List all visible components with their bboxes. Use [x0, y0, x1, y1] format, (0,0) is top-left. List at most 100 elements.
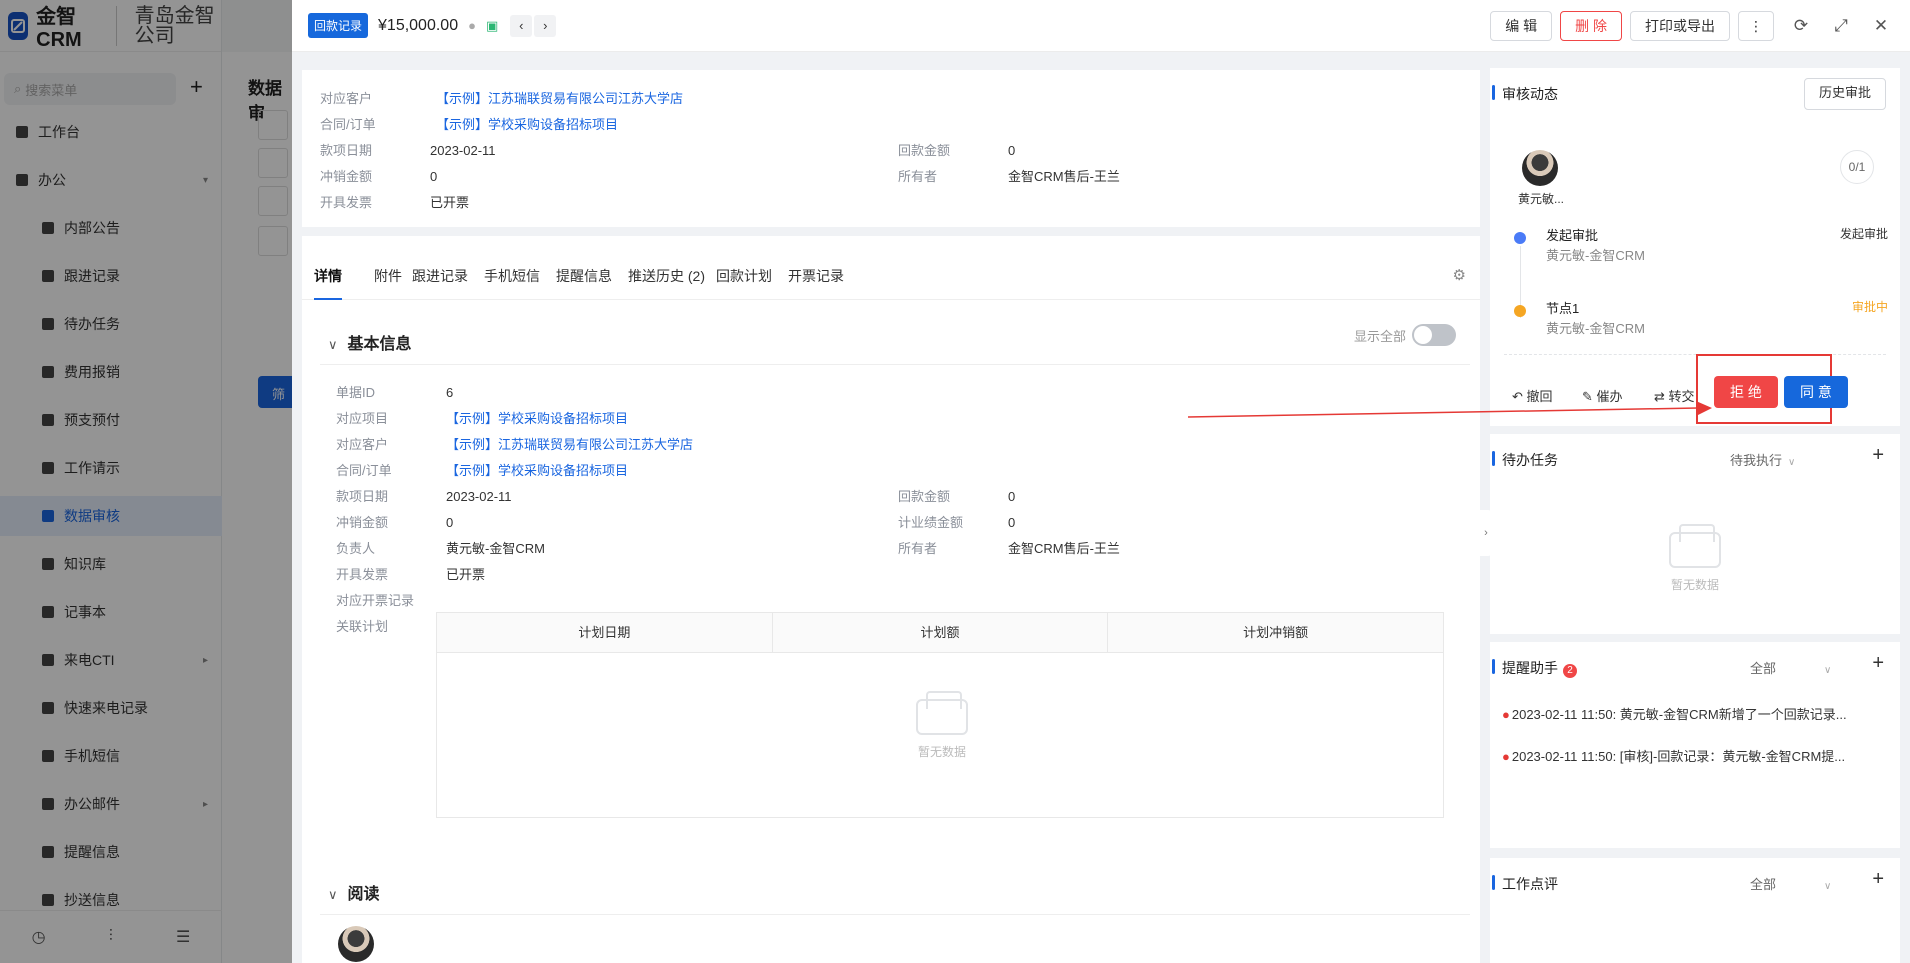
plan-table: 计划日期 计划额 计划冲销额 暂无数据	[436, 612, 1444, 818]
id-value: 6	[446, 385, 454, 400]
bullet-icon: ●	[1502, 707, 1510, 722]
tasks-card: 待办任务 待我执行 ∨ + 暂无数据	[1490, 434, 1900, 634]
step-start-dot	[1514, 232, 1526, 244]
chevron-down-icon: ∨	[1788, 457, 1796, 468]
more-icon[interactable]: ⋮	[1738, 11, 1774, 41]
detail-tab[interactable]: 附件	[374, 266, 402, 300]
detail-tab[interactable]: 跟进记录	[412, 266, 468, 300]
approver-avatar[interactable]	[1522, 150, 1558, 186]
review-title: 工作点评	[1492, 875, 1558, 892]
detail-tab[interactable]: 手机短信	[484, 266, 540, 300]
writeoff-value: 0	[446, 515, 454, 530]
urge-button[interactable]: ✎ 催办	[1582, 386, 1623, 405]
transfer-button[interactable]: ⇄ 转交	[1654, 386, 1695, 405]
edit-button[interactable]: 编 辑	[1490, 11, 1553, 41]
reminder-item-text: 2023-02-11 11:50: [审核]-回款记录：黄元敏-金智CRM提..…	[1511, 749, 1846, 764]
plan-column-header[interactable]: 计划冲销额	[1108, 613, 1443, 652]
tasks-filter-select[interactable]: 待我执行 ∨	[1730, 450, 1795, 469]
gear-icon[interactable]: ⚙	[1453, 266, 1466, 284]
step-node-status: 审批中	[1851, 300, 1888, 314]
add-task-icon[interactable]: +	[1872, 444, 1884, 467]
step-node-user: 黄元敏-金智CRM	[1546, 321, 1645, 336]
add-reminder-icon[interactable]: +	[1872, 652, 1884, 675]
next-record-icon[interactable]: ›	[534, 14, 557, 37]
approve-button[interactable]: 同 意	[1784, 376, 1848, 408]
reject-button[interactable]: 拒 绝	[1714, 376, 1778, 408]
plan-column-header[interactable]: 计划日期	[437, 613, 773, 652]
customer-label: 对应客户	[336, 437, 389, 452]
store-icon[interactable]: ▣	[486, 18, 498, 34]
summary-writeoff-value: 0	[430, 169, 438, 184]
contract-label: 合同/订单	[336, 463, 392, 478]
responsible-label: 负责人	[336, 541, 376, 556]
customer-link[interactable]: 【示例】江苏瑞联贸易有限公司江苏大学店	[446, 437, 693, 452]
summary-customer-link[interactable]: 【示例】江苏瑞联贸易有限公司江苏大学店	[436, 91, 683, 106]
plan-label: 关联计划	[336, 619, 389, 634]
review-filter-select[interactable]: 全部 ∨	[1750, 874, 1831, 893]
drawer-actions: 编 辑 删 除 打印或导出 ⋮ ⟳ ⤢ ✕	[1482, 11, 1894, 41]
plan-column-header[interactable]: 计划额	[773, 613, 1109, 652]
chevron-right-icon: ›	[1484, 527, 1488, 539]
reminder-item[interactable]: ● 2023-02-11 11:50: 黄元敏-金智CRM新增了一个回款记录...	[1502, 704, 1882, 723]
summary-contract-link[interactable]: 【示例】学校采购设备招标项目	[436, 117, 618, 132]
history-approval-button[interactable]: 历史审批	[1803, 78, 1886, 110]
invoice-record-label: 对应开票记录	[336, 593, 415, 608]
detail-tab[interactable]: 提醒信息	[556, 266, 612, 300]
user-icon[interactable]: ●	[468, 18, 476, 33]
reader-avatar[interactable]	[338, 926, 374, 962]
refresh-icon[interactable]: ⟳	[1788, 16, 1814, 36]
step-start-title: 发起审批	[1546, 228, 1599, 243]
undo-icon: ↶	[1512, 389, 1527, 404]
read-section-header[interactable]: ∨ 阅读	[328, 880, 380, 904]
detail-tab[interactable]: 回款计划	[716, 266, 772, 300]
project-link[interactable]: 【示例】学校采购设备招标项目	[446, 411, 628, 426]
withdraw-button[interactable]: ↶ 撤回	[1512, 386, 1553, 405]
delete-button[interactable]: 删 除	[1560, 11, 1622, 41]
tasks-empty-text: 暂无数据	[1670, 578, 1719, 592]
audit-title: 审核动态	[1492, 85, 1558, 102]
close-icon[interactable]: ✕	[1868, 16, 1894, 36]
summary-owner-value: 金智CRM售后-王兰	[1008, 169, 1120, 184]
summary-writeoff-label: 冲销金额	[320, 169, 373, 184]
reminder-count-badge: 2	[1563, 664, 1577, 678]
owner-label: 所有者	[898, 541, 938, 556]
reminder-title: 提醒助手	[1502, 660, 1558, 676]
bullet-icon: ●	[1502, 749, 1510, 764]
invoice-label: 开具发票	[336, 567, 389, 582]
show-all-toggle[interactable]	[1412, 324, 1456, 346]
plan-empty-state: 暂无数据	[887, 691, 997, 760]
reminder-item[interactable]: ● 2023-02-11 11:50: [审核]-回款记录：黄元敏-金智CRM提.…	[1502, 746, 1882, 765]
summary-contract-label: 合同/订单	[320, 117, 376, 132]
responsible-value: 黄元敏-金智CRM	[446, 541, 545, 556]
show-all-control: 显示全部	[1354, 324, 1456, 346]
prev-record-icon[interactable]: ‹	[510, 14, 533, 37]
contract-link[interactable]: 【示例】学校采购设备招标项目	[446, 463, 628, 478]
reminder-filter-select[interactable]: 全部 ∨	[1750, 658, 1831, 677]
record-summary-card: 对应客户 【示例】江苏瑞联贸易有限公司江苏大学店 合同/订单 【示例】学校采购设备招…	[302, 70, 1480, 227]
detail-tab[interactable]: 推送历史 (2)	[628, 266, 705, 300]
payment-amount-label: 回款金额	[898, 489, 951, 504]
fullscreen-icon[interactable]: ⤢	[1828, 16, 1854, 36]
date-label: 款项日期	[336, 489, 389, 504]
add-review-icon[interactable]: +	[1872, 868, 1884, 891]
payment-amount-value: 0	[1008, 489, 1016, 504]
approval-progress: 0/1	[1840, 150, 1874, 184]
basic-info-title: 基本信息	[347, 336, 412, 353]
detail-tab[interactable]: 开票记录	[788, 266, 844, 300]
plan-empty-text: 暂无数据	[917, 745, 966, 759]
date-value: 2023-02-11	[446, 489, 512, 504]
performance-label: 计业绩金额	[898, 515, 964, 530]
summary-payment-label: 回款金额	[898, 143, 951, 158]
urge-label: 催办	[1596, 389, 1623, 404]
detail-tab[interactable]: 详情	[314, 266, 342, 300]
invoice-value: 已开票	[446, 567, 486, 582]
id-label: 单据ID	[336, 385, 376, 400]
reminder-item-text: 2023-02-11 11:50: 黄元敏-金智CRM新增了一个回款记录...	[1511, 707, 1847, 722]
basic-info-header[interactable]: ∨ 基本信息	[328, 330, 412, 354]
performance-value: 0	[1008, 515, 1016, 530]
tasks-title: 待办任务	[1492, 451, 1558, 468]
section-divider	[320, 364, 1470, 365]
print-export-button[interactable]: 打印或导出	[1630, 11, 1730, 41]
reminder-card: 提醒助手 2 全部 ∨ + ● 2023-02-11 11:50: 黄元敏-金智CRM…	[1490, 642, 1900, 848]
step-start-status: 发起审批	[1839, 227, 1888, 241]
